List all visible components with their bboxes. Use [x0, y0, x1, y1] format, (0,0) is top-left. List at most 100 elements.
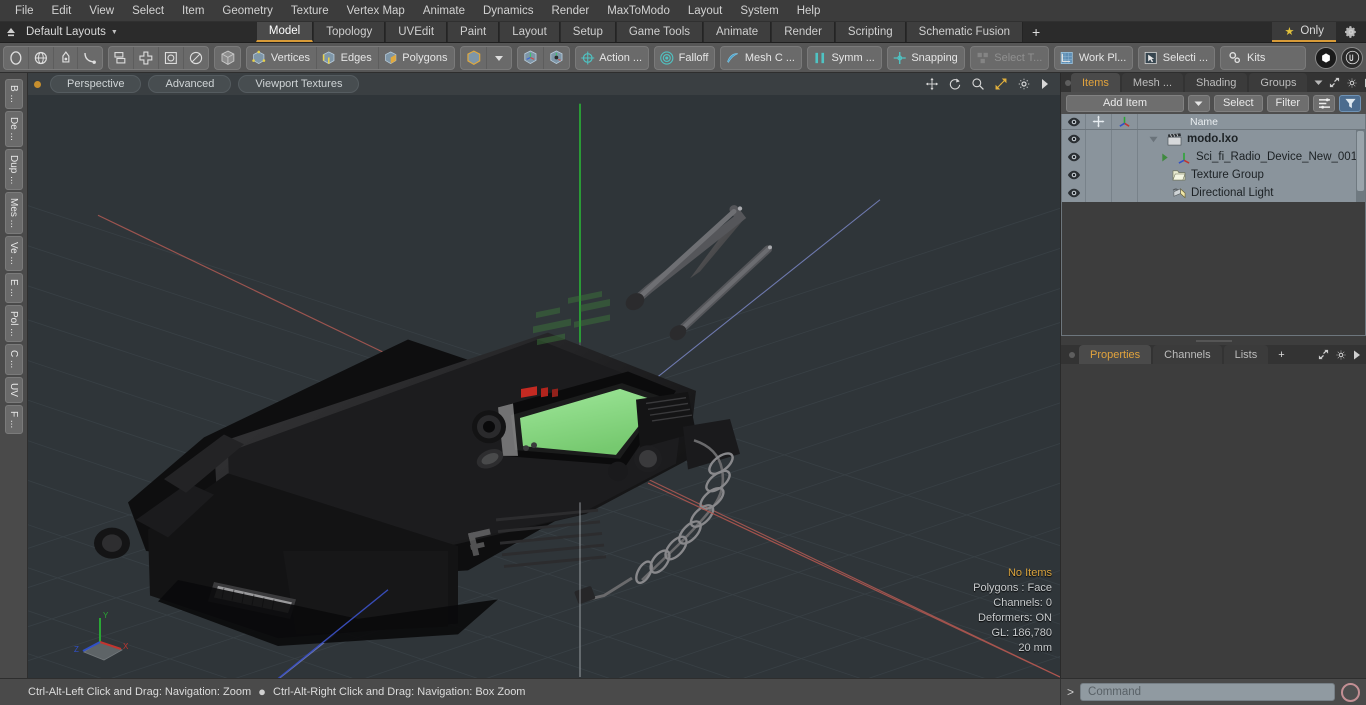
add-item-dropdown[interactable]	[1187, 94, 1210, 112]
collapse-up-icon[interactable]	[0, 22, 22, 42]
panel-gear-icon[interactable]	[1335, 349, 1347, 361]
select-through-button[interactable]: Select T...	[971, 47, 1049, 69]
axis-gizmo[interactable]: Y X Z	[72, 606, 134, 664]
left-tab-b[interactable]: B ...	[4, 79, 23, 109]
panel-splitter[interactable]	[1061, 336, 1366, 345]
command-record-icon[interactable]	[1341, 682, 1360, 702]
table-row[interactable]: Sci_fi_Radio_Device_New_001	[1062, 148, 1365, 166]
tab-schematic-fusion[interactable]: Schematic Fusion	[905, 22, 1024, 42]
viewport-textures-toggle[interactable]: Viewport Textures	[238, 75, 360, 93]
row-name-cell[interactable]: Sci_fi_Radio_Device_New_001	[1138, 148, 1365, 166]
menu-item-texture[interactable]: Texture	[282, 1, 338, 21]
menu-item-dynamics[interactable]: Dynamics	[474, 1, 542, 21]
menu-item-vertex-map[interactable]: Vertex Map	[338, 1, 414, 21]
tab-layout[interactable]: Layout	[499, 22, 560, 42]
header-lock-icon[interactable]	[1086, 114, 1112, 129]
tab-model[interactable]: Model	[255, 22, 314, 42]
left-tab-dup[interactable]: Dup ...	[4, 148, 23, 191]
kits-button[interactable]: Kits	[1221, 47, 1305, 69]
dropdown-caret-icon[interactable]	[487, 47, 511, 69]
row-visibility-toggle[interactable]	[1062, 184, 1086, 202]
align-icon[interactable]	[134, 46, 159, 69]
left-tab-f[interactable]: F ...	[4, 404, 23, 434]
selection-set-button[interactable]: Selecti ...	[1139, 47, 1214, 69]
tab-uvedit[interactable]: UVEdit	[385, 22, 448, 42]
menu-item-select[interactable]: Select	[123, 1, 173, 21]
viewport-shading-advanced[interactable]: Advanced	[148, 75, 232, 93]
left-tab-de[interactable]: De ...	[4, 110, 23, 147]
left-tab-pol[interactable]: Pol ...	[4, 304, 23, 343]
tab-channels[interactable]: Channels	[1153, 345, 1222, 364]
viewport-mode-perspective[interactable]: Perspective	[50, 75, 142, 93]
row-visibility-toggle[interactable]	[1062, 166, 1086, 184]
menu-item-system[interactable]: System	[731, 1, 787, 21]
tab-render[interactable]: Render	[771, 22, 835, 42]
sphere-primitive-icon[interactable]	[29, 46, 54, 69]
symmetry-button[interactable]: Symm ...	[808, 47, 881, 69]
row-visibility-toggle[interactable]	[1062, 130, 1086, 148]
viewport-3d-canvas[interactable]: Y X Z No Items Polygons : Face Channels:…	[28, 95, 1060, 678]
panel-dropdown-icon[interactable]	[1314, 78, 1323, 87]
menu-item-file[interactable]: File	[6, 1, 43, 21]
tab-shading[interactable]: Shading	[1185, 73, 1248, 92]
left-tab-uv[interactable]: UV	[4, 376, 23, 403]
tab-groups[interactable]: Groups	[1249, 73, 1308, 92]
left-tab-c[interactable]: C ...	[4, 344, 23, 375]
add-properties-tab-button[interactable]: +	[1270, 345, 1292, 364]
row-lock-cell[interactable]	[1086, 184, 1112, 202]
viewport-arrow-icon[interactable]	[1040, 78, 1050, 90]
row-axis-cell[interactable]	[1112, 148, 1138, 166]
row-visibility-toggle[interactable]	[1062, 148, 1086, 166]
action-center-button[interactable]: Action ...	[576, 47, 648, 69]
left-tab-mes[interactable]: Mes ...	[4, 192, 23, 235]
component-button-polygons[interactable]: Polygons	[379, 47, 454, 69]
menu-item-maxtomodo[interactable]: MaxToModo	[598, 1, 679, 21]
circle-primitive-icon[interactable]	[4, 46, 29, 69]
select-button[interactable]: Select	[1213, 94, 1263, 112]
tab-animate[interactable]: Animate	[703, 22, 772, 42]
tab-scripting[interactable]: Scripting	[834, 22, 906, 42]
menu-item-edit[interactable]: Edit	[43, 1, 81, 21]
tab-properties[interactable]: Properties	[1079, 345, 1152, 364]
layout-settings-button[interactable]	[1336, 22, 1366, 42]
tab-game-tools[interactable]: Game Tools	[615, 22, 703, 42]
pan-icon[interactable]	[925, 77, 939, 91]
panel-maximize-icon[interactable]	[1329, 77, 1340, 88]
panel-maximize-icon[interactable]	[1318, 349, 1329, 360]
row-lock-cell[interactable]	[1086, 130, 1112, 148]
component-button-edges[interactable]: Edges	[317, 46, 379, 69]
rotate-icon[interactable]	[948, 77, 962, 91]
header-visibility-icon[interactable]	[1062, 114, 1086, 129]
tab-mesh-ops[interactable]: Mesh ...	[1121, 73, 1184, 92]
tab-paint[interactable]: Paint	[447, 22, 500, 42]
row-name-cell[interactable]: modo.lxo	[1138, 130, 1365, 148]
bound-box-icon[interactable]	[159, 46, 184, 69]
command-input[interactable]	[1080, 683, 1335, 701]
menu-item-help[interactable]: Help	[788, 1, 830, 21]
substance-icon[interactable]	[1315, 46, 1338, 69]
pivot-cube-icon[interactable]	[544, 47, 569, 69]
left-tab-ve[interactable]: Ve ...	[4, 236, 23, 271]
pen-tool-icon[interactable]	[54, 46, 79, 69]
table-row[interactable]: modo.lxo	[1062, 130, 1365, 148]
row-name-cell[interactable]: Texture Group	[1138, 166, 1365, 184]
curve-tool-icon[interactable]	[78, 47, 102, 69]
zoom-icon[interactable]	[971, 77, 985, 91]
maximize-icon[interactable]	[994, 77, 1008, 91]
tab-setup[interactable]: Setup	[559, 22, 616, 42]
filter-funnel-icon[interactable]	[1339, 94, 1361, 112]
default-layouts-dropdown[interactable]: Default Layouts ▼	[22, 22, 128, 42]
menu-item-item[interactable]: Item	[173, 1, 213, 21]
add-tab-button[interactable]: +	[1023, 22, 1050, 42]
duplicate-icon[interactable]	[109, 46, 135, 69]
items-tree-scrollbar[interactable]	[1356, 130, 1365, 202]
tab-items[interactable]: Items	[1071, 73, 1120, 92]
cube-orange-icon[interactable]	[461, 46, 488, 69]
menu-item-animate[interactable]: Animate	[414, 1, 474, 21]
filter-button[interactable]: Filter	[1266, 94, 1309, 112]
add-item-button[interactable]: Add Item	[1066, 94, 1184, 112]
panel-arrow-icon[interactable]	[1353, 350, 1361, 360]
row-axis-cell[interactable]	[1112, 166, 1138, 184]
list-options-icon[interactable]	[1313, 94, 1335, 112]
menu-item-layout[interactable]: Layout	[679, 1, 732, 21]
